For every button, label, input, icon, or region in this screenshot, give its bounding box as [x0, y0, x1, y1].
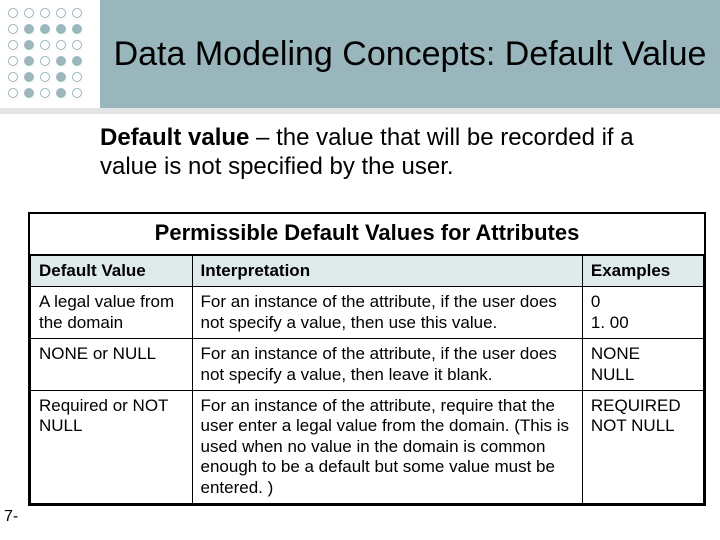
definition-term: Default value	[100, 124, 249, 151]
col-header-interpretation: Interpretation	[192, 256, 582, 287]
cell-interpretation: For an instance of the attribute, if the…	[192, 339, 582, 391]
table-header-row: Default Value Interpretation Examples	[31, 256, 704, 287]
cell-default-value: Required or NOT NULL	[31, 390, 193, 503]
cell-interpretation: For an instance of the attribute, if the…	[192, 287, 582, 339]
table-row: A legal value from the domain For an ins…	[31, 287, 704, 339]
cell-default-value: NONE or NULL	[31, 339, 193, 391]
cell-examples: 0 1. 00	[582, 287, 703, 339]
definition-paragraph: Default value – the value that will be r…	[100, 124, 696, 182]
table-row: NONE or NULL For an instance of the attr…	[31, 339, 704, 391]
defaults-table: Default Value Interpretation Examples A …	[30, 255, 704, 504]
defaults-table-container: Permissible Default Values for Attribute…	[28, 212, 706, 506]
table-title: Permissible Default Values for Attribute…	[30, 214, 704, 255]
col-header-examples: Examples	[582, 256, 703, 287]
title-underline	[0, 108, 720, 114]
cell-examples: REQUIRED NOT NULL	[582, 390, 703, 503]
decorative-dot-grid	[8, 8, 96, 104]
cell-interpretation: For an instance of the attribute, requir…	[192, 390, 582, 503]
cell-default-value: A legal value from the domain	[31, 287, 193, 339]
cell-examples: NONE NULL	[582, 339, 703, 391]
slide-number: 7-	[4, 508, 18, 526]
title-band: Data Modeling Concepts: Default Value	[100, 0, 720, 108]
slide: Data Modeling Concepts: Default Value De…	[0, 0, 720, 540]
col-header-default-value: Default Value	[31, 256, 193, 287]
slide-title: Data Modeling Concepts: Default Value	[114, 34, 707, 75]
table-row: Required or NOT NULL For an instance of …	[31, 390, 704, 503]
